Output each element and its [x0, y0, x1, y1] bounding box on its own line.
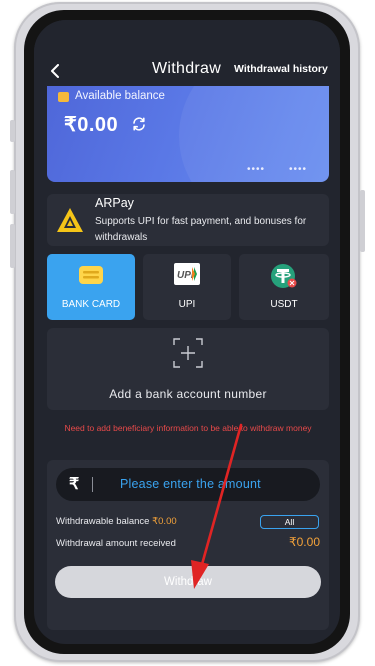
- input-divider: [92, 477, 93, 492]
- phone-side-button: [10, 120, 15, 142]
- arpay-name: ARPay: [95, 196, 134, 210]
- tab-upi[interactable]: UPI UPI: [143, 254, 231, 320]
- wallet-icon: [58, 92, 69, 102]
- withdraw-amount-panel: ₹ Please enter the amount Withdrawable b…: [47, 460, 329, 630]
- withdrawable-balance-label: Withdrawable balance: [56, 516, 153, 527]
- beneficiary-warning: Need to add beneficiary information to b…: [64, 423, 312, 433]
- page-title: Withdraw: [152, 60, 222, 77]
- usdt-icon: [271, 264, 297, 288]
- amount-received-label: Withdrawal amount received: [56, 538, 176, 549]
- back-button[interactable]: [44, 60, 66, 82]
- refresh-icon[interactable]: [131, 116, 147, 132]
- balance-card: Available balance ₹0.00 •••• ••••: [47, 86, 329, 182]
- card-number-dots-2: ••••: [289, 164, 308, 175]
- rupee-icon: ₹: [69, 476, 80, 493]
- add-bank-account-label: Add a bank account number: [109, 387, 267, 401]
- header: Withdraw Withdrawal history: [34, 20, 340, 96]
- tab-upi-label: UPI: [178, 299, 196, 310]
- arpay-description: Supports UPI for fast payment, and bonus…: [95, 216, 307, 243]
- all-button[interactable]: All: [260, 515, 319, 529]
- svg-text:UPI: UPI: [177, 270, 194, 281]
- withdrawable-balance-row: Withdrawable balance ₹0.00: [56, 516, 177, 527]
- amount-received-value: ₹0.00: [289, 535, 320, 549]
- amount-placeholder: Please enter the amount: [120, 477, 261, 491]
- arpay-logo-icon: [57, 208, 83, 232]
- chevron-left-icon: [51, 64, 59, 78]
- withdrawable-balance-value: ₹0.00: [152, 516, 177, 527]
- balance-value: ₹0.00: [64, 114, 119, 136]
- add-icon: [173, 338, 203, 368]
- bank-card-icon: [79, 266, 103, 284]
- available-balance-label: Available balance: [75, 90, 165, 102]
- withdrawal-history-link[interactable]: Withdrawal history: [234, 63, 328, 75]
- app-screen: Withdraw Withdrawal history Available ba…: [34, 20, 340, 644]
- phone-volume-down-button: [10, 224, 15, 268]
- tab-usdt[interactable]: USDT: [239, 254, 329, 320]
- amount-input[interactable]: ₹ Please enter the amount: [56, 468, 320, 501]
- phone-power-button: [360, 190, 365, 252]
- tab-usdt-label: USDT: [270, 299, 298, 310]
- upi-icon: UPI: [174, 263, 200, 285]
- arpay-promo[interactable]: ARPay Supports UPI for fast payment, and…: [47, 194, 329, 246]
- tab-bank-card[interactable]: BANK CARD: [47, 254, 135, 320]
- tab-bank-card-label: BANK CARD: [61, 299, 121, 310]
- card-number-dots-1: ••••: [247, 164, 266, 175]
- add-bank-account-button[interactable]: Add a bank account number: [47, 328, 329, 410]
- phone-volume-up-button: [10, 170, 15, 214]
- withdraw-button[interactable]: Withdraw: [55, 566, 321, 598]
